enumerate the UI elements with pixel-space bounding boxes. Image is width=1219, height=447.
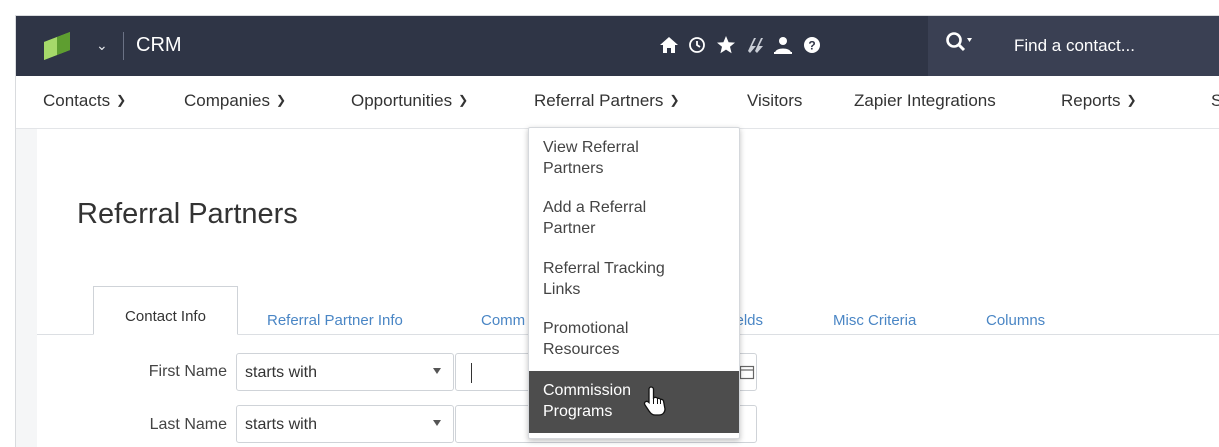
home-icon[interactable]: [658, 34, 680, 56]
select-value: starts with: [245, 364, 318, 381]
tab-misc-criteria[interactable]: Misc Criteria: [833, 312, 916, 329]
tab-columns[interactable]: Columns: [986, 312, 1045, 329]
menu-item-add-referral-partner[interactable]: Add a Referral Partner: [529, 197, 739, 239]
contact-search[interactable]: Find a contact...: [928, 16, 1219, 76]
top-bar: ⌄ CRM ? Find a contact...: [16, 16, 1219, 76]
first-name-label: First Name: [148, 363, 227, 380]
nav-label: Visitors: [747, 91, 803, 110]
menu-item-referral-tracking-links[interactable]: Referral Tracking Links: [529, 258, 739, 300]
help-icon[interactable]: ?: [801, 34, 823, 56]
topbar-divider: [123, 32, 124, 60]
text-caret: [471, 363, 472, 383]
person-icon[interactable]: [772, 34, 794, 56]
search-icon[interactable]: [944, 30, 972, 58]
nav-item-companies[interactable]: Companies ❯: [184, 91, 286, 111]
tab-label: Contact Info: [125, 308, 206, 325]
nav-label: Reports: [1061, 91, 1121, 110]
chevron-down-icon: ❯: [1126, 93, 1137, 107]
zapier-icon[interactable]: [744, 34, 766, 56]
menu-item-label: Add a Referral: [543, 199, 647, 216]
dropdown-arrow-icon: [433, 420, 441, 426]
calendar-icon[interactable]: [739, 364, 755, 380]
dropdown-arrow-icon: [433, 368, 441, 374]
nav-item-opportunities[interactable]: Opportunities ❯: [351, 91, 468, 111]
referral-partners-menu: View Referral Partners Add a Referral Pa…: [528, 127, 740, 439]
nav-label: S: [1211, 91, 1219, 110]
menu-item-label: Partner: [543, 220, 596, 237]
menu-item-label: Links: [543, 281, 581, 298]
chevron-down-icon: ❯: [116, 93, 127, 107]
nav-label: Companies: [184, 91, 270, 110]
menu-item-view-referral-partners[interactable]: View Referral Partners: [529, 137, 739, 179]
history-icon[interactable]: [686, 34, 708, 56]
star-icon[interactable]: [715, 34, 737, 56]
nav-item-truncated[interactable]: S: [1211, 91, 1219, 111]
last-name-label: Last Name: [149, 416, 227, 433]
page-title: Referral Partners: [77, 198, 298, 230]
hand-pointer-cursor-icon: [643, 386, 666, 416]
chevron-down-icon: ❯: [276, 93, 287, 107]
menu-item-label: Resources: [543, 341, 620, 358]
menu-item-commission-programs[interactable]: Commission Programs: [529, 371, 739, 433]
search-input[interactable]: Find a contact...: [1014, 36, 1135, 56]
tab-referral-partner-info[interactable]: Referral Partner Info: [267, 312, 403, 329]
app-menu-chevron-icon[interactable]: ⌄: [96, 37, 108, 54]
app-name: CRM: [136, 34, 182, 56]
menu-item-label: Partners: [543, 160, 604, 177]
chevron-down-icon: ❯: [458, 93, 469, 107]
nav-item-reports[interactable]: Reports ❯: [1061, 91, 1137, 111]
main-nav: Contacts ❯ Companies ❯ Opportunities ❯ Refe…: [16, 76, 1219, 129]
tab-contact-info[interactable]: Contact Info: [93, 286, 238, 335]
nav-label: Contacts: [43, 91, 111, 110]
svg-text:?: ?: [808, 39, 815, 53]
nav-item-contacts[interactable]: Contacts ❯: [43, 91, 126, 111]
menu-item-label: View Referral: [543, 139, 639, 156]
nav-item-referral-partners[interactable]: Referral Partners ❯: [534, 91, 680, 111]
nav-item-zapier-integrations[interactable]: Zapier Integrations: [854, 91, 996, 111]
nav-label: Zapier Integrations: [854, 91, 996, 110]
nav-item-visitors[interactable]: Visitors: [747, 91, 802, 111]
chevron-down-icon: ❯: [669, 93, 680, 107]
nav-label: Referral Partners: [534, 91, 664, 110]
first-name-operator-select[interactable]: starts with: [236, 353, 454, 391]
menu-item-label: Programs: [543, 403, 613, 420]
menu-item-label: Promotional: [543, 320, 629, 337]
select-value: starts with: [245, 416, 318, 433]
menu-item-promotional-resources[interactable]: Promotional Resources: [529, 318, 739, 360]
logo-icon[interactable]: [44, 32, 70, 60]
menu-item-label: Referral Tracking: [543, 260, 665, 277]
app-window: ⌄ CRM ? Find a contact... Contacts ❯ Com…: [15, 15, 1219, 447]
menu-item-label: Commission: [543, 382, 632, 399]
last-name-operator-select[interactable]: starts with: [236, 405, 454, 443]
nav-label: Opportunities: [351, 91, 453, 110]
tab-commissions[interactable]: Comm: [481, 312, 525, 329]
